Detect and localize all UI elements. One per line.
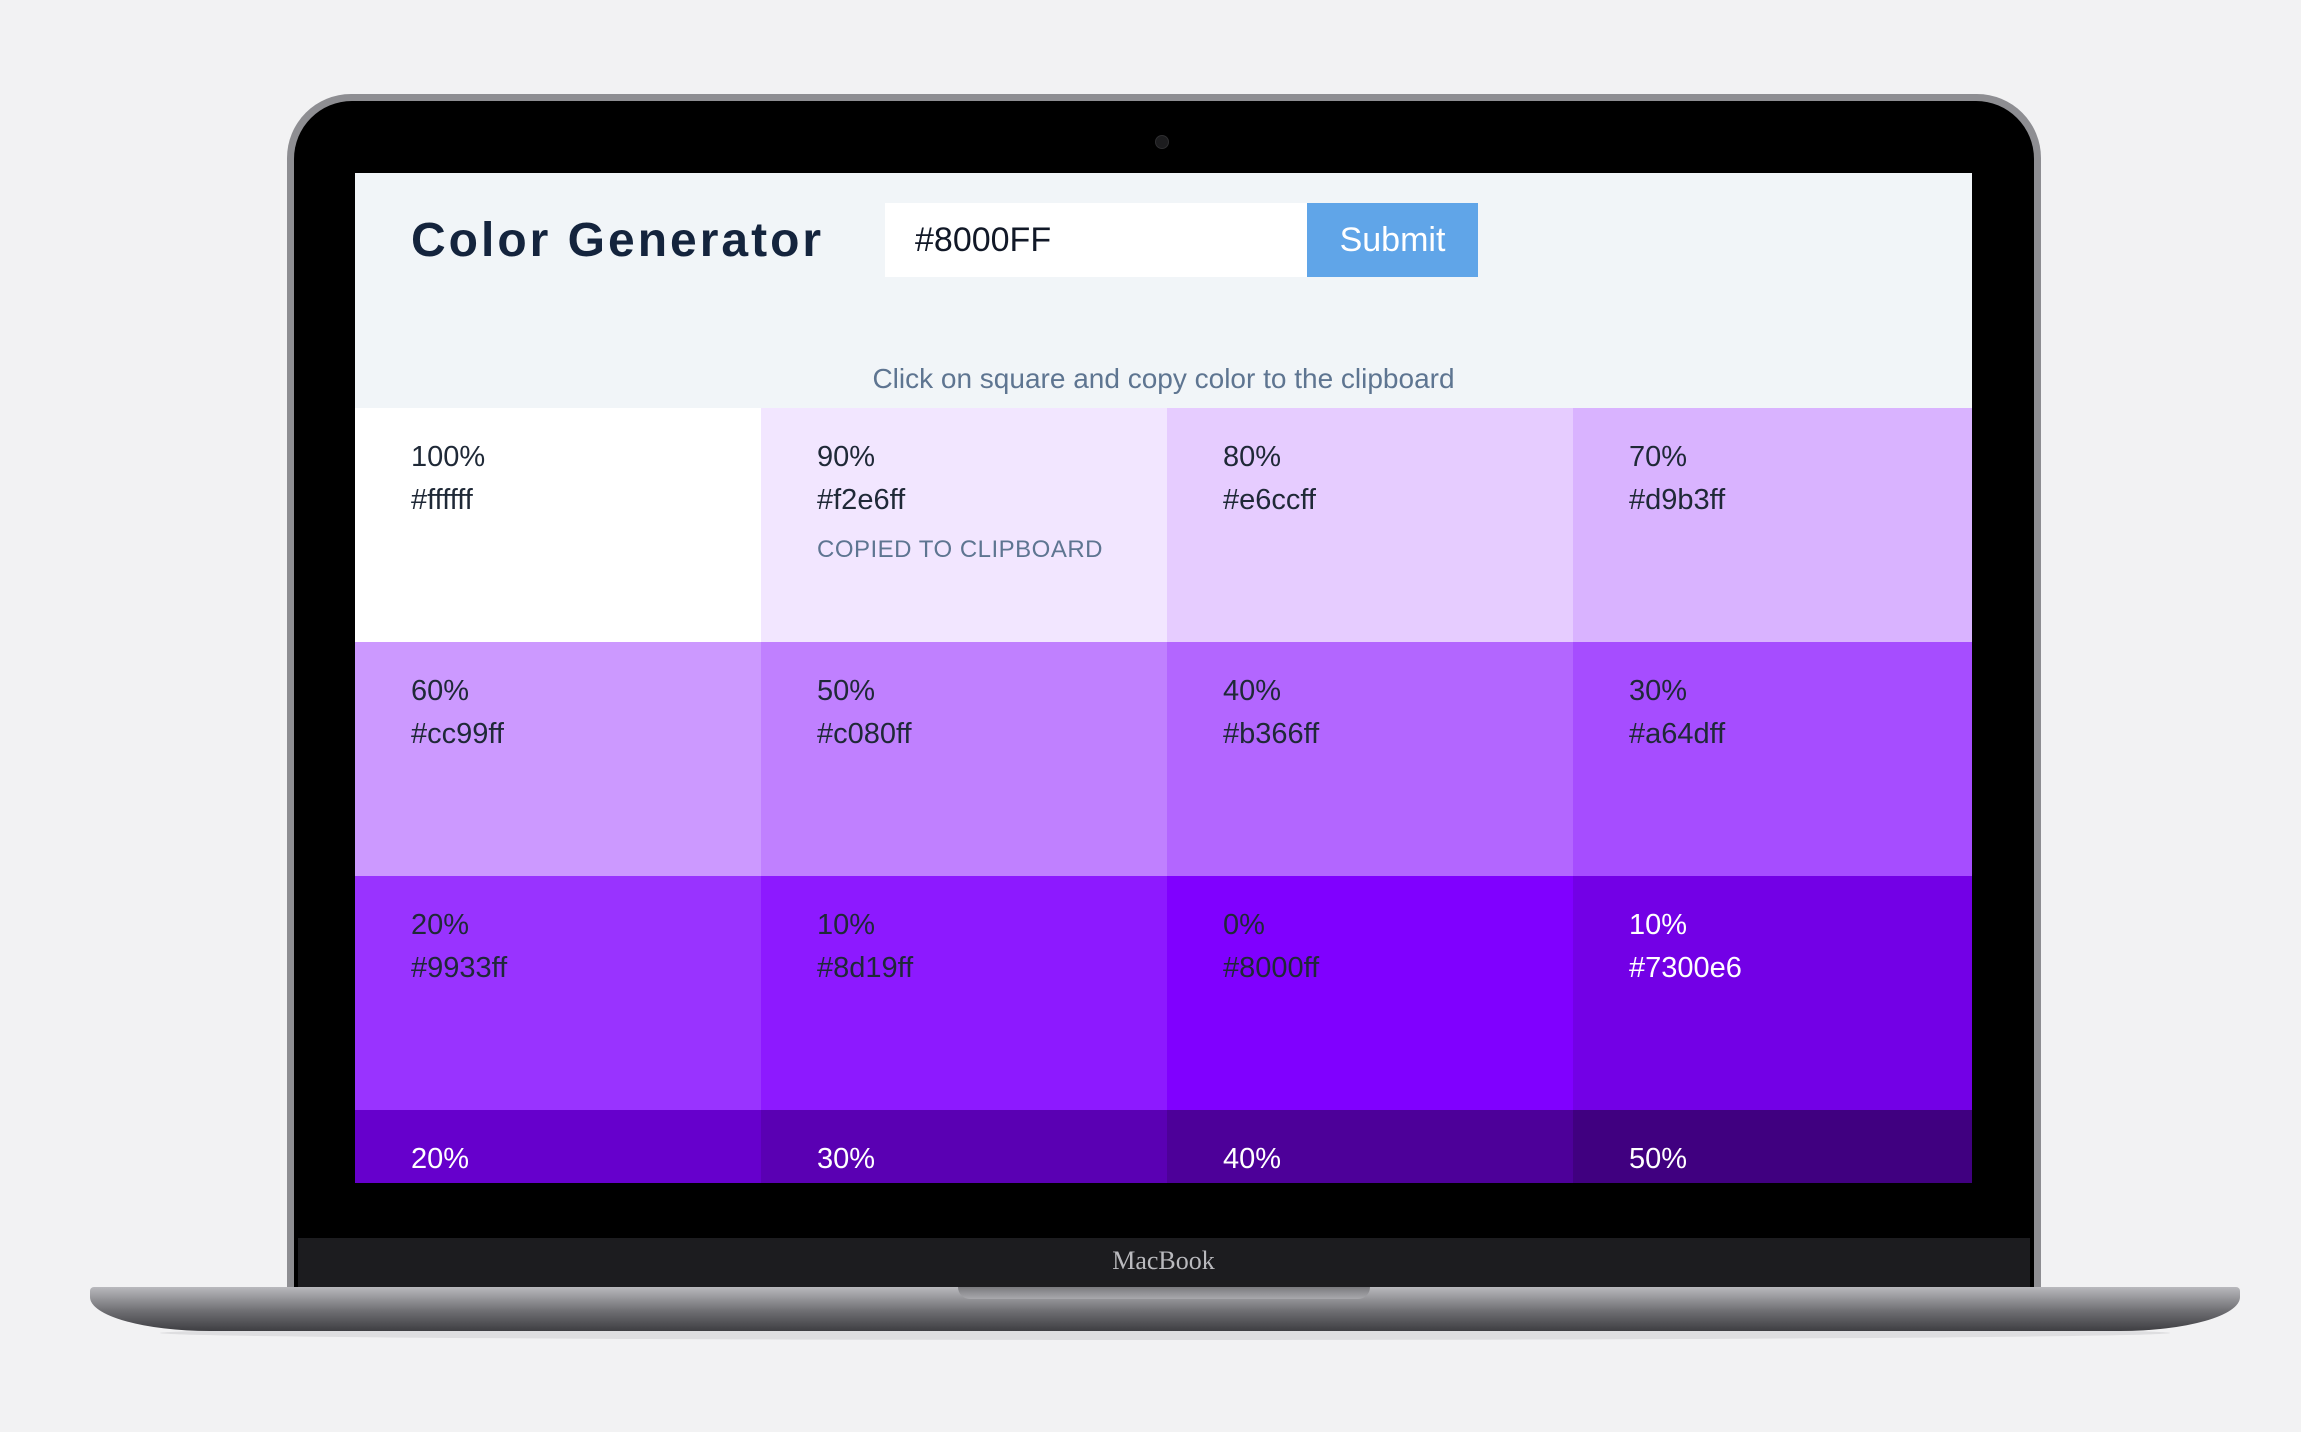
color-swatch[interactable]: 40% <box>1167 1110 1573 1183</box>
page-title: Color Generator <box>411 214 825 267</box>
swatch-hex: #a64dff <box>1629 718 1726 750</box>
color-form: Submit <box>885 203 1478 277</box>
swatch-percent: 80% <box>1223 441 1282 473</box>
color-swatch[interactable]: 50% #c080ff <box>761 642 1167 876</box>
swatch-hex: #8d19ff <box>817 952 914 984</box>
swatch-hex: #9933ff <box>411 952 508 984</box>
swatch-percent: 90% <box>817 441 876 473</box>
swatch-percent: 100% <box>411 441 486 473</box>
laptop-brand-label: MacBook <box>1112 1246 1215 1275</box>
swatch-percent: 60% <box>411 675 470 707</box>
color-swatch[interactable]: 10% #8d19ff <box>761 876 1167 1110</box>
swatch-grid: 100% #ffffff 90% #f2e6ff COPIED TO CLIPBOARD… <box>355 408 1972 1183</box>
swatch-percent: 50% <box>1629 1143 1688 1175</box>
swatch-percent: 30% <box>1629 675 1688 707</box>
swatch-hex: #f2e6ff <box>817 484 906 516</box>
swatch-percent: 10% <box>817 909 876 941</box>
color-swatch[interactable]: 70% #d9b3ff <box>1573 408 1972 642</box>
swatch-hex: #d9b3ff <box>1629 484 1726 516</box>
swatch-percent: 70% <box>1629 441 1688 473</box>
color-swatch[interactable]: 100% #ffffff <box>355 408 761 642</box>
color-input[interactable] <box>885 203 1307 277</box>
color-swatch[interactable]: 20% #9933ff <box>355 876 761 1110</box>
submit-button[interactable]: Submit <box>1307 203 1478 277</box>
color-swatch[interactable]: 90% #f2e6ff COPIED TO CLIPBOARD <box>761 408 1167 642</box>
copied-message: COPIED TO CLIPBOARD <box>817 536 1104 563</box>
color-swatch[interactable]: 60% #cc99ff <box>355 642 761 876</box>
swatch-percent: 20% <box>411 1143 470 1175</box>
color-swatch[interactable]: 30% #a64dff <box>1573 642 1972 876</box>
swatch-hex: #cc99ff <box>411 718 504 750</box>
swatch-hex: #b366ff <box>1223 718 1320 750</box>
swatch-percent: 20% <box>411 909 470 941</box>
swatch-percent: 30% <box>817 1143 876 1175</box>
color-swatch[interactable]: 30% <box>761 1110 1167 1183</box>
swatch-percent: 0% <box>1223 909 1265 941</box>
color-swatch[interactable]: 50% <box>1573 1110 1972 1183</box>
camera-icon <box>1155 135 1169 149</box>
color-swatch[interactable]: 0% #8000ff <box>1167 876 1573 1110</box>
instructions-text: Click on square and copy color to the cl… <box>872 363 1455 394</box>
swatch-hex: #e6ccff <box>1223 484 1316 516</box>
swatch-percent: 40% <box>1223 1143 1282 1175</box>
swatch-hex: #ffffff <box>411 484 473 516</box>
laptop-hinge-notch <box>958 1287 1370 1299</box>
color-swatch[interactable]: 40% #b366ff <box>1167 642 1573 876</box>
swatch-percent: 10% <box>1629 909 1688 941</box>
swatch-percent: 40% <box>1223 675 1282 707</box>
app-screen: Color Generator Submit Click on square a… <box>355 173 1972 1183</box>
color-swatch[interactable]: 10% #7300e6 <box>1573 876 1972 1110</box>
swatch-hex: #7300e6 <box>1629 952 1742 984</box>
color-swatch[interactable]: 80% #e6ccff <box>1167 408 1573 642</box>
color-swatch[interactable]: 20% <box>355 1110 761 1183</box>
swatch-hex: #c080ff <box>817 718 912 750</box>
swatch-percent: 50% <box>817 675 876 707</box>
swatch-hex: #8000ff <box>1223 952 1320 984</box>
